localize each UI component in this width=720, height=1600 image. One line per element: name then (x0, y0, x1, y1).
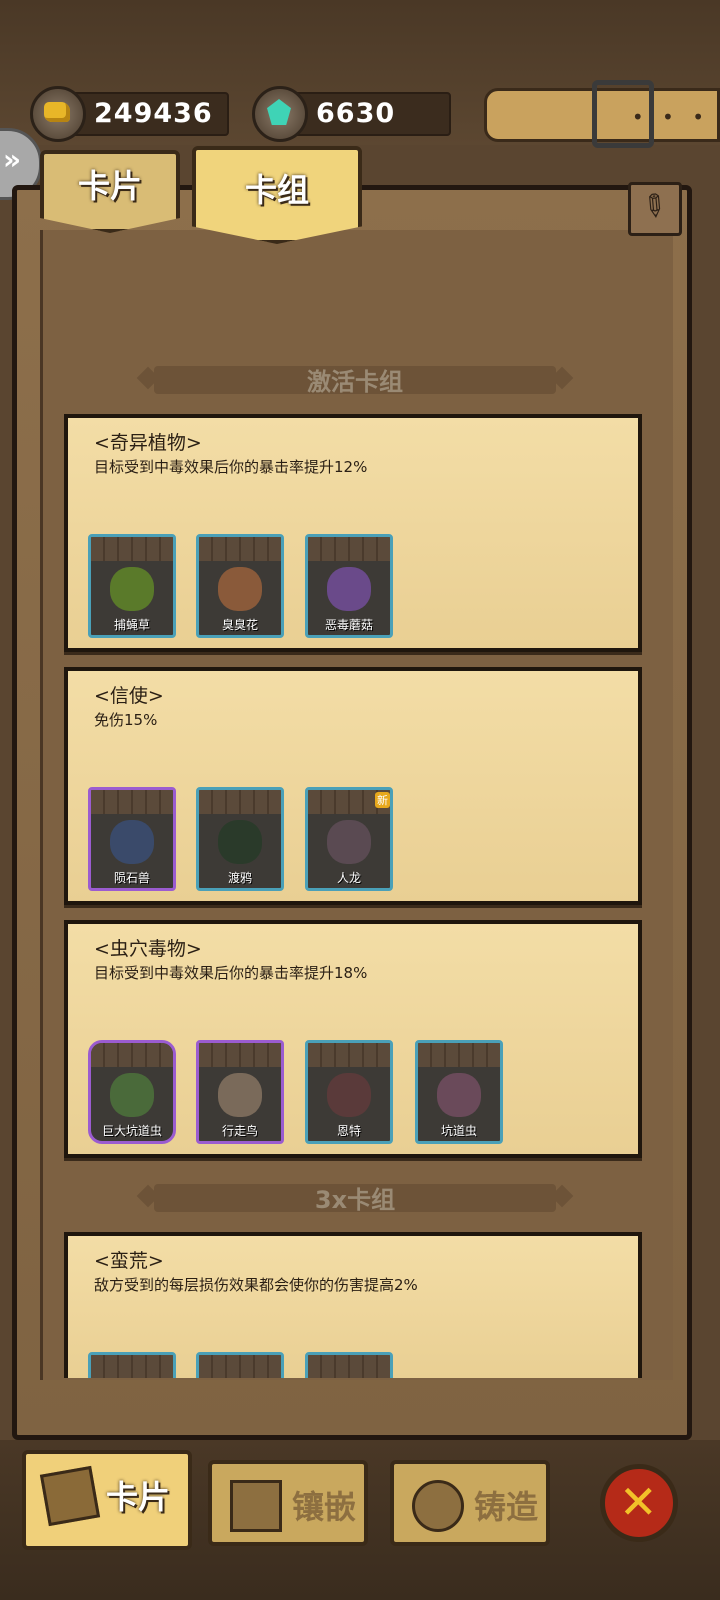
card-tunnel-worm[interactable]: 坑道虫 (415, 1040, 503, 1144)
group-name: <奇异植物> (94, 432, 202, 454)
tunnel-worm-icon (110, 1073, 154, 1117)
book-icon (230, 1480, 282, 1532)
worm-icon (437, 1073, 481, 1117)
deck-group: <奇异植物> 目标受到中毒效果后你的暴击率提升12% 捕蝇草 臭臭花 恶毒蘑菇 (64, 414, 642, 652)
group-name: <信使> (94, 685, 164, 707)
dragonman-icon (327, 820, 371, 864)
gold-counter: 249436 (30, 86, 229, 142)
card-label: 渡鸦 (227, 871, 252, 885)
section-header-triple: 3x卡组 (136, 1176, 574, 1216)
card-label: 臭臭花 (221, 618, 258, 632)
card-label: 巨大坑道虫 (101, 1124, 162, 1138)
card-partial[interactable] (305, 1352, 393, 1378)
cards-icon (39, 1465, 101, 1527)
deck-group: <信使> 免伤15% 陨石兽 渡鸦 新人龙 (64, 667, 642, 905)
bottom-forge-button[interactable]: 铸造 (390, 1460, 550, 1546)
section-header-active: 激活卡组 (136, 358, 574, 398)
bottom-inlay-button[interactable]: 镶嵌 (208, 1460, 368, 1546)
card-ent[interactable]: 恩特 (305, 1040, 393, 1144)
close-button[interactable]: ✕ (600, 1464, 678, 1542)
belt-holes: • • • (631, 105, 710, 129)
gold-icon (30, 86, 86, 142)
group-description: 免伤15% (94, 711, 158, 729)
mushroom-icon (327, 567, 371, 611)
group-name: <虫穴毒物> (94, 938, 202, 960)
meteor-beast-icon (110, 820, 154, 864)
bottom-cards-label: 卡片 (106, 1478, 171, 1516)
card-giant-tunnel-worm[interactable]: 巨大坑道虫 (88, 1040, 176, 1144)
card-label: 陨石兽 (113, 871, 150, 885)
raven-icon (218, 820, 262, 864)
ent-icon (327, 1073, 371, 1117)
gem-icon (252, 86, 308, 142)
deck-group: <虫穴毒物> 目标受到中毒效果后你的暴击率提升18% 巨大坑道虫 行走鸟 恩特 … (64, 920, 642, 1158)
gem-amount: 6630 (316, 98, 396, 129)
card-dragonman[interactable]: 新人龙 (305, 787, 393, 891)
card-toxic-mushroom[interactable]: 恶毒蘑菇 (305, 534, 393, 638)
group-description: 目标受到中毒效果后你的暴击率提升12% (94, 458, 368, 476)
card-stinkflower[interactable]: 臭臭花 (196, 534, 284, 638)
gem-counter: 6630 (252, 86, 451, 142)
tab-cards-label: 卡片 (77, 167, 142, 205)
close-icon: ✕ (619, 1475, 658, 1529)
new-badge: 新 (375, 792, 390, 808)
card-label: 坑道虫 (440, 1124, 477, 1138)
stinkflower-icon (218, 567, 262, 611)
flytrap-icon (110, 567, 154, 611)
section-title: 3x卡组 (314, 1186, 396, 1214)
bottom-forge-label: 铸造 (474, 1488, 539, 1526)
group-name: <蛮荒> (94, 1250, 164, 1272)
card-label: 捕蝇草 (113, 618, 150, 632)
tab-deck-label: 卡组 (244, 171, 309, 209)
forge-icon (412, 1480, 464, 1532)
bottom-cards-button[interactable]: 卡片 (22, 1450, 192, 1550)
card-label: 人龙 (336, 871, 361, 885)
brush-icon: ✎ (632, 185, 675, 228)
gold-amount: 249436 (94, 98, 213, 129)
card-label: 恶毒蘑菇 (324, 618, 373, 632)
group-description: 目标受到中毒效果后你的暴击率提升18% (94, 964, 368, 982)
card-meteor-beast[interactable]: 陨石兽 (88, 787, 176, 891)
tab-deck[interactable]: 卡组 (192, 146, 362, 244)
section-title: 激活卡组 (307, 368, 403, 396)
group-description: 敌方受到的每层损伤效果都会使你的伤害提高2% (94, 1276, 418, 1294)
card-walking-bird[interactable]: 行走鸟 (196, 1040, 284, 1144)
card-label: 恩特 (336, 1124, 361, 1138)
tab-cards[interactable]: 卡片 (40, 150, 180, 233)
card-label: 行走鸟 (221, 1124, 258, 1138)
walking-bird-icon (218, 1073, 262, 1117)
deck-group: <蛮荒> 敌方受到的每层损伤效果都会使你的伤害提高2% (64, 1232, 642, 1378)
card-raven[interactable]: 渡鸦 (196, 787, 284, 891)
bottom-inlay-label: 镶嵌 (292, 1488, 357, 1526)
card-flytrap[interactable]: 捕蝇草 (88, 534, 176, 638)
chevron-right-icon: » (3, 143, 22, 176)
edit-button[interactable]: ✎ (628, 182, 682, 236)
card-partial[interactable] (88, 1352, 176, 1378)
card-partial[interactable] (196, 1352, 284, 1378)
